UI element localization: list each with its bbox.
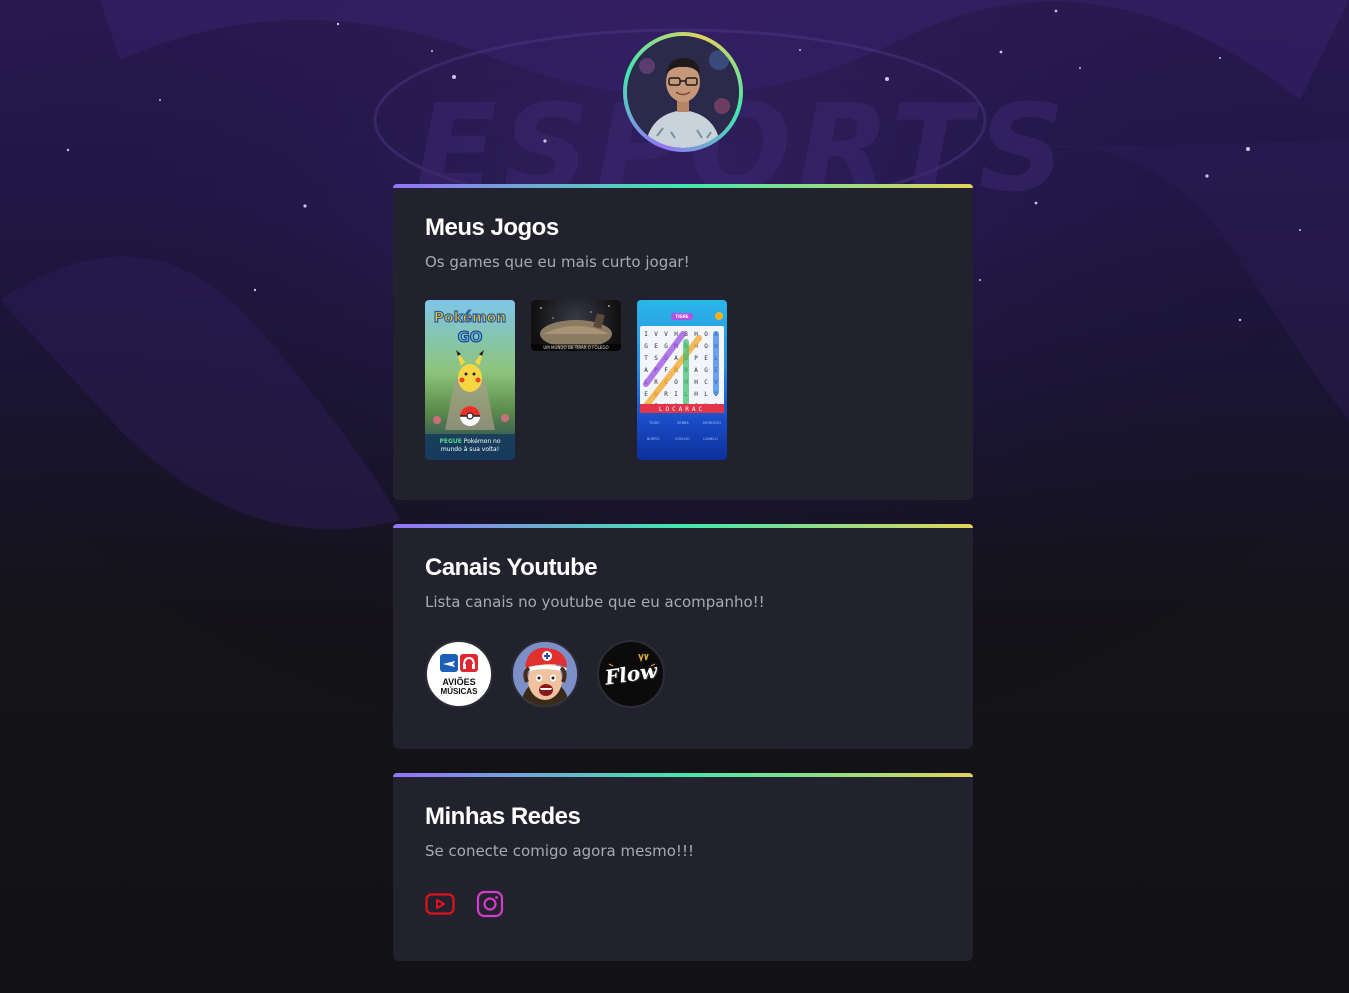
pokemon-logo-text: Pokémon [434,310,506,326]
svg-text:P: P [694,355,698,362]
social-card: Minhas Redes Se conecte comigo agora mes… [393,773,973,961]
game-pokemon-go[interactable]: Pokémon GO PEGUE Pokémon no mundo à sua … [425,300,515,460]
svg-text:V: V [654,331,658,338]
svg-text:G: G [644,343,648,350]
channels-list: AVIÕES MÚSICAS Flow [425,640,941,708]
channel-cartoon-bone[interactable] [511,640,579,708]
svg-text:V: V [664,331,668,338]
svg-text:G: G [704,367,708,374]
svg-text:BURRO: BURRO [647,437,660,441]
pokemon-logo-sub: GO [457,328,482,346]
game-space[interactable]: UM MUNDO DE TIRAR O FÔLEGO [531,300,621,351]
svg-text:O: O [704,343,708,350]
instagram-icon [476,890,504,918]
games-list: Pokémon GO PEGUE Pokémon no mundo à sua … [425,300,941,460]
channels-card: Canais Youtube Lista canais no youtube q… [393,524,973,749]
svg-text:L: L [704,391,708,398]
instagram-link[interactable] [475,889,505,919]
svg-text:H: H [694,391,698,398]
games-subtitle: Os games que eu mais curto jogar! [425,253,690,271]
svg-text:T: T [644,355,648,362]
svg-text:F: F [664,367,668,374]
pokemon-caption: PEGUE Pokémon no mundo à sua volta! [439,438,501,453]
channel-avioes-musicas[interactable]: AVIÕES MÚSICAS [425,640,493,708]
svg-text:O: O [674,379,678,386]
svg-text:A: A [694,367,698,374]
channels-title: Canais Youtube [425,554,598,581]
svg-text:TIGRE: TIGRE [648,421,660,425]
svg-text:CAMELO: CAMELO [703,437,718,441]
profile-avatar-ring [623,32,743,152]
social-title: Minhas Redes [425,803,581,830]
channels-subtitle: Lista canais no youtube que eu acompanho… [425,593,765,611]
svg-text:G: G [664,343,668,350]
svg-text:E: E [654,343,658,350]
svg-text:I: I [674,391,678,398]
svg-text:E: E [644,391,648,398]
space-caption: UM MUNDO DE TIRAR O FÔLEGO [543,345,609,350]
game-word-search[interactable]: IVVHBHOA GEGMOHOH TSGAOPEL APFRRAGE LRCO… [637,300,727,460]
svg-text:O: O [704,331,708,338]
word-label: TIGRE [675,314,689,319]
youtube-link[interactable] [425,889,455,919]
svg-text:H: H [694,379,698,386]
youtube-icon [425,893,455,915]
svg-text:R: R [664,391,668,398]
channel-flow[interactable]: Flow [597,640,665,708]
games-card: Meus Jogos Os games que eu mais curto jo… [393,184,973,500]
svg-text:LOCARAC: LOCARAC [659,406,705,413]
avatar [627,36,739,148]
social-links [425,889,941,919]
svg-text:A: A [644,367,648,374]
svg-text:COELHO: COELHO [675,437,690,441]
svg-text:ZEBRA: ZEBRA [677,421,689,425]
svg-text:S: S [654,355,658,362]
svg-text:I: I [644,331,648,338]
social-subtitle: Se conecte comigo agora mesmo!!! [425,842,694,860]
svg-text:R: R [654,379,658,386]
avioes-label: AVIÕES MÚSICAS [440,677,478,696]
svg-text:C: C [704,379,708,386]
games-title: Meus Jogos [425,214,559,241]
svg-text:E: E [704,355,708,362]
svg-text:MORCEGO: MORCEGO [703,421,721,425]
